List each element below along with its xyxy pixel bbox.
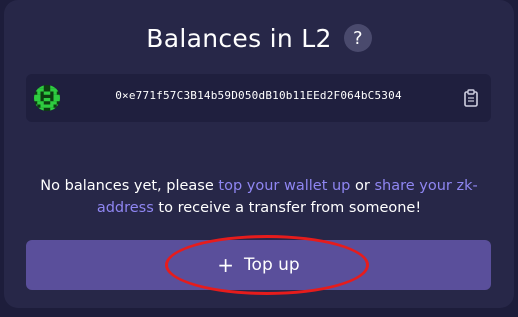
zk-address: 0×e771f57C3B14b59D050dB10b11EEd2F064bC53… xyxy=(115,89,402,102)
clipboard-copy-icon xyxy=(464,89,478,107)
empty-balances-message: No balances yet, please top your wallet … xyxy=(24,175,494,219)
header: Balances in L2 ? xyxy=(4,18,514,58)
top-up-wallet-link[interactable]: top your wallet up xyxy=(218,178,350,194)
top-up-label: Top up xyxy=(244,255,300,275)
balances-card: Balances in L2 ? 0×e771f57C3B14b59D050dB… xyxy=(4,0,514,308)
top-up-button[interactable]: + Top up xyxy=(26,240,491,290)
plus-icon: + xyxy=(217,253,235,277)
address-box: 0×e771f57C3B14b59D050dB10b11EEd2F064bC53… xyxy=(26,74,491,122)
message-text-start: No balances yet, please xyxy=(40,178,219,194)
help-label: ? xyxy=(352,27,363,49)
help-icon[interactable]: ? xyxy=(343,24,372,52)
page-title: Balances in L2 xyxy=(146,23,332,53)
copy-address-button[interactable] xyxy=(463,89,479,107)
message-text-end: to receive a transfer from someone! xyxy=(153,200,422,216)
message-text-middle: or xyxy=(350,178,375,194)
